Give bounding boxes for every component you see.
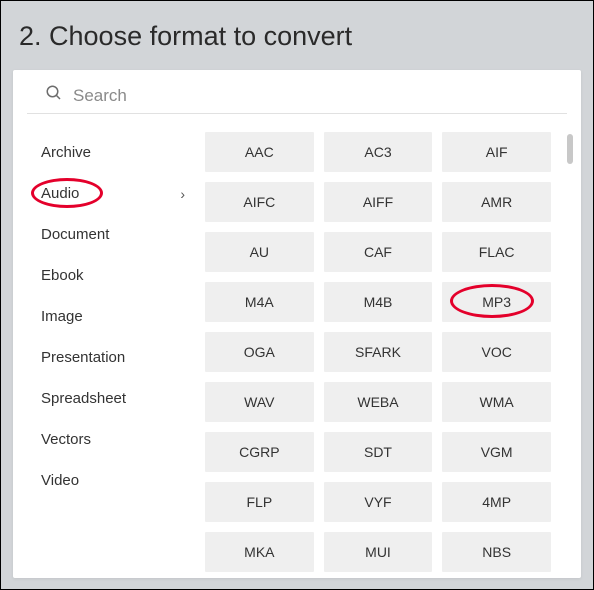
format-mui[interactable]: MUI: [324, 532, 433, 572]
sidebar-item-audio[interactable]: Audio ›: [27, 173, 195, 214]
scrollbar-thumb[interactable]: [567, 134, 573, 164]
format-grid: AACAC3AIF AIFCAIFFAMR AUCAFFLAC M4AM4BMP3 OG…: [195, 132, 573, 574]
sidebar-item-ebook[interactable]: Ebook: [27, 255, 195, 296]
format-sdt[interactable]: SDT: [324, 432, 433, 472]
format-mka[interactable]: MKA: [205, 532, 314, 572]
annotation-circle-mp3: [450, 284, 534, 318]
format-panel: Archive Audio › Document Ebook Image Presentat…: [13, 70, 581, 578]
format-aiff[interactable]: AIFF: [324, 182, 433, 222]
format-mp3[interactable]: MP3: [442, 282, 551, 322]
format-nbs[interactable]: NBS: [442, 532, 551, 572]
format-au[interactable]: AU: [205, 232, 314, 272]
format-weba[interactable]: WEBA: [324, 382, 433, 422]
search-input[interactable]: [73, 86, 549, 106]
sidebar-item-document[interactable]: Document: [27, 214, 195, 255]
format-cgrp[interactable]: CGRP: [205, 432, 314, 472]
sidebar-item-label: Vectors: [41, 431, 91, 448]
format-caf[interactable]: CAF: [324, 232, 433, 272]
format-m4a[interactable]: M4A: [205, 282, 314, 322]
chevron-right-icon: ›: [180, 186, 185, 202]
sidebar-item-image[interactable]: Image: [27, 296, 195, 337]
format-flac[interactable]: FLAC: [442, 232, 551, 272]
panel-body: Archive Audio › Document Ebook Image Presentat…: [13, 114, 581, 574]
format-oga[interactable]: OGA: [205, 332, 314, 372]
format-flp[interactable]: FLP: [205, 482, 314, 522]
sidebar-item-label: Ebook: [41, 267, 84, 284]
step-header: 2. Choose format to convert: [1, 1, 593, 70]
sidebar-item-label: Spreadsheet: [41, 390, 126, 407]
sidebar-item-spreadsheet[interactable]: Spreadsheet: [27, 378, 195, 419]
format-aifc[interactable]: AIFC: [205, 182, 314, 222]
sidebar-item-label: Image: [41, 308, 83, 325]
format-wma[interactable]: WMA: [442, 382, 551, 422]
format-ac3[interactable]: AC3: [324, 132, 433, 172]
format-aif[interactable]: AIF: [442, 132, 551, 172]
format-sfark[interactable]: SFARK: [324, 332, 433, 372]
format-4mp[interactable]: 4MP: [442, 482, 551, 522]
sidebar-item-video[interactable]: Video: [27, 460, 195, 501]
format-vyf[interactable]: VYF: [324, 482, 433, 522]
page-title: 2. Choose format to convert: [19, 21, 575, 52]
format-voc[interactable]: VOC: [442, 332, 551, 372]
scrollbar[interactable]: [567, 134, 573, 554]
sidebar-item-label: Audio: [41, 185, 79, 202]
sidebar-item-label: Presentation: [41, 349, 125, 366]
sidebar-item-label: Archive: [41, 144, 91, 161]
format-aac[interactable]: AAC: [205, 132, 314, 172]
sidebar-item-label: Document: [41, 226, 109, 243]
sidebar-item-vectors[interactable]: Vectors: [27, 419, 195, 460]
search-icon: [45, 84, 73, 107]
search-row: [27, 70, 567, 114]
sidebar-item-presentation[interactable]: Presentation: [27, 337, 195, 378]
format-wav[interactable]: WAV: [205, 382, 314, 422]
sidebar-item-archive[interactable]: Archive: [27, 132, 195, 173]
format-m4b[interactable]: M4B: [324, 282, 433, 322]
format-amr[interactable]: AMR: [442, 182, 551, 222]
format-vgm[interactable]: VGM: [442, 432, 551, 472]
sidebar-item-label: Video: [41, 472, 79, 489]
category-sidebar: Archive Audio › Document Ebook Image Presentat…: [27, 132, 195, 574]
